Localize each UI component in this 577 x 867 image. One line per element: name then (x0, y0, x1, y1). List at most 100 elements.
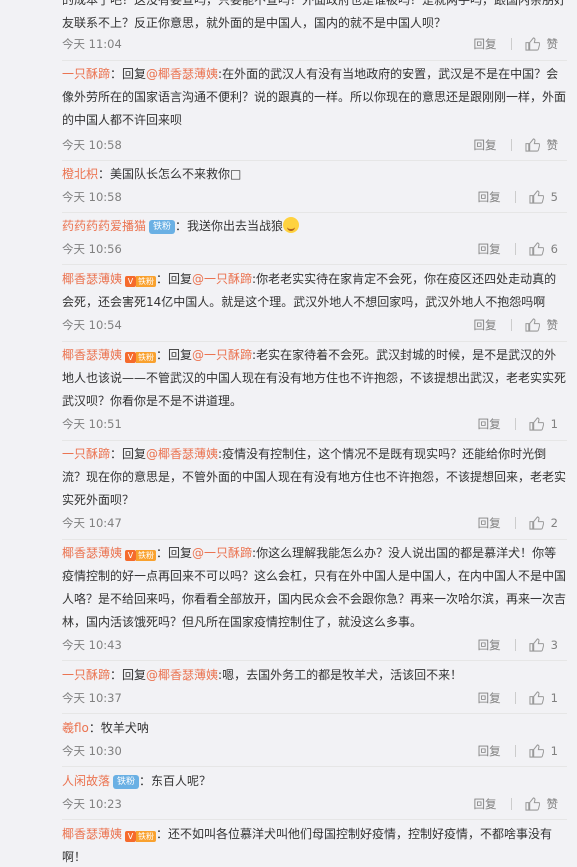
divider (510, 38, 512, 50)
thumbs-up-icon (529, 638, 544, 652)
comment-actions: 回复 2 (478, 515, 558, 531)
mention-link[interactable]: @椰香瑟薄姨 (146, 67, 218, 81)
comment-text: 一只酥蹄：回复@椰香瑟薄姨:在外面的武汉人有没有当地政府的安置，武汉是不是在中国… (62, 67, 567, 127)
reply-button[interactable]: 回复 (474, 796, 497, 812)
thumbs-up-icon (529, 190, 544, 204)
v-icon: V (125, 352, 137, 363)
comment-text: 人闲故落 铁粉 ：东百人呢？ (62, 774, 212, 789)
comment-actions: 回复 赞 (474, 317, 559, 333)
comment-time: 今天 10:37 (62, 691, 122, 705)
comment-time: 今天 11:04 (62, 37, 122, 51)
comment-text: 一只酥蹄：回复@椰香瑟薄姨:嗯，去国外务工的都是牧羊犬，活该回不来！ (62, 668, 463, 682)
like-button[interactable]: 2 (529, 516, 558, 530)
divider (510, 798, 512, 810)
comment-text: 羲flo：牧羊犬呐 (62, 721, 149, 735)
username-link[interactable]: 羲flo (62, 721, 89, 735)
like-count: 3 (550, 638, 558, 652)
divider (514, 517, 516, 529)
like-button[interactable]: 1 (529, 417, 558, 431)
v-icon: V (125, 276, 137, 287)
thumbs-up-icon (524, 37, 540, 51)
mention-link[interactable]: @椰香瑟薄姨 (146, 668, 218, 682)
comment-text: 椰香瑟薄姨 V 铁粉 ：回复@一只酥蹄:你这么理解我能怎么办？没人说出国的都是慕洋犬！… (62, 546, 567, 629)
mention-link[interactable]: @一只酥蹄 (192, 272, 252, 286)
comment-text: 橙北枳：美国队长怎么不来救你□ (62, 167, 242, 181)
comment-divider (62, 539, 567, 540)
thumbs-up-icon (529, 516, 544, 530)
comment-actions: 回复 6 (478, 241, 558, 257)
divider (514, 418, 516, 430)
mention-link[interactable]: @一只酥蹄 (192, 546, 252, 560)
comment-divider (62, 264, 567, 265)
like-count: 5 (550, 190, 558, 204)
divider (514, 692, 516, 704)
like-button[interactable]: 1 (529, 691, 558, 705)
comment-text: 的成本了吧？这没有要查吗，只要能不查吗？外面政府也是谁被吗？是就两手吗，跟国内亲… (62, 0, 567, 30)
like-button[interactable]: 1 (529, 744, 558, 758)
v-icon: V (125, 831, 137, 842)
like-button[interactable]: 赞 (524, 36, 559, 52)
username-link[interactable]: 椰香瑟薄姨 (62, 272, 122, 286)
divider (510, 319, 512, 331)
divider (514, 745, 516, 757)
like-count: 赞 (546, 37, 559, 51)
reply-button[interactable]: 回复 (474, 317, 497, 333)
comment-actions: 回复 1 (478, 690, 558, 706)
comment-divider (62, 160, 567, 161)
comment-actions: 回复 1 (478, 416, 558, 432)
username-link[interactable]: 一只酥蹄 (62, 668, 110, 682)
mention-link[interactable]: @椰香瑟薄姨 (146, 447, 218, 461)
comment-list: 的成本了吧？这没有要查吗，只要能不查吗？外面政府也是谁被吗？是就两手吗，跟国内亲… (0, 0, 577, 867)
comment-divider (62, 212, 567, 213)
comment-text: 椰香瑟薄姨 V 铁粉 ：还不如叫各位慕洋犬叫他们母国控制好疫情，控制好疫情，不都啥事没… (62, 827, 553, 864)
like-button[interactable]: 赞 (524, 137, 558, 153)
reply-button[interactable]: 回复 (478, 189, 501, 205)
username-link[interactable]: 橙北枳 (62, 167, 98, 181)
like-button[interactable]: 赞 (524, 796, 558, 812)
reply-button[interactable]: 回复 (474, 137, 497, 153)
reply-button[interactable]: 回复 (474, 36, 497, 52)
username-link[interactable]: 一只酥蹄 (62, 67, 110, 81)
reply-button[interactable]: 回复 (478, 690, 501, 706)
divider (514, 191, 516, 203)
comment-divider (62, 60, 567, 61)
reply-button[interactable]: 回复 (478, 241, 501, 257)
comment-text: 一只酥蹄：回复@椰香瑟薄姨:疫情没有控制住，这个情况不是既有现实吗？还能给你时光… (62, 447, 567, 507)
username-link[interactable]: 一只酥蹄 (62, 447, 110, 461)
like-count: 1 (550, 417, 558, 431)
comment-divider (62, 660, 567, 661)
username-link[interactable]: 椰香瑟薄姨 (62, 546, 122, 560)
like-button[interactable]: 赞 (524, 317, 558, 333)
fan-badge: V 铁粉 (125, 831, 157, 842)
comment-divider (62, 819, 567, 820)
comment-time: 今天 10:51 (62, 417, 122, 431)
divider (514, 243, 516, 255)
reply-button[interactable]: 回复 (478, 637, 501, 653)
comment-time: 今天 10:43 (62, 638, 122, 652)
reply-button[interactable]: 回复 (478, 515, 501, 531)
reply-button[interactable]: 回复 (478, 743, 501, 759)
comment-actions: 回复 赞 (474, 796, 559, 812)
divider (514, 639, 516, 651)
username-link[interactable]: 椰香瑟薄姨 (62, 348, 122, 362)
comment-time: 今天 10:47 (62, 516, 122, 530)
username-link[interactable]: 人闲故落 (62, 774, 110, 788)
comment-time: 今天 10:58 (62, 190, 122, 204)
reply-button[interactable]: 回复 (478, 416, 501, 432)
comment-text: 椰香瑟薄姨 V 铁粉 ：回复@一只酥蹄:你老老实实待在家肯定不会死，你在疫区还四处走动… (62, 272, 557, 309)
comment-time: 今天 10:56 (62, 242, 122, 256)
username-link[interactable]: 椰香瑟薄姨 (62, 827, 122, 841)
comment-actions: 回复 赞 (474, 137, 559, 153)
fan-badge: V 铁粉 (125, 352, 157, 363)
like-button[interactable]: 3 (529, 638, 558, 652)
comment-actions: 回复 3 (478, 637, 558, 653)
like-button[interactable]: 6 (529, 242, 558, 256)
comment-time: 今天 10:23 (62, 797, 122, 811)
comment-actions: 回复 赞 (474, 36, 559, 52)
username-link[interactable]: 药药药药爱播猫 (62, 219, 146, 233)
comment-time: 今天 10:54 (62, 318, 122, 332)
thumbs-up-icon (524, 138, 540, 152)
mention-link[interactable]: @一只酥蹄 (192, 348, 252, 362)
like-button[interactable]: 5 (529, 190, 558, 204)
thumbs-up-icon (529, 744, 544, 758)
